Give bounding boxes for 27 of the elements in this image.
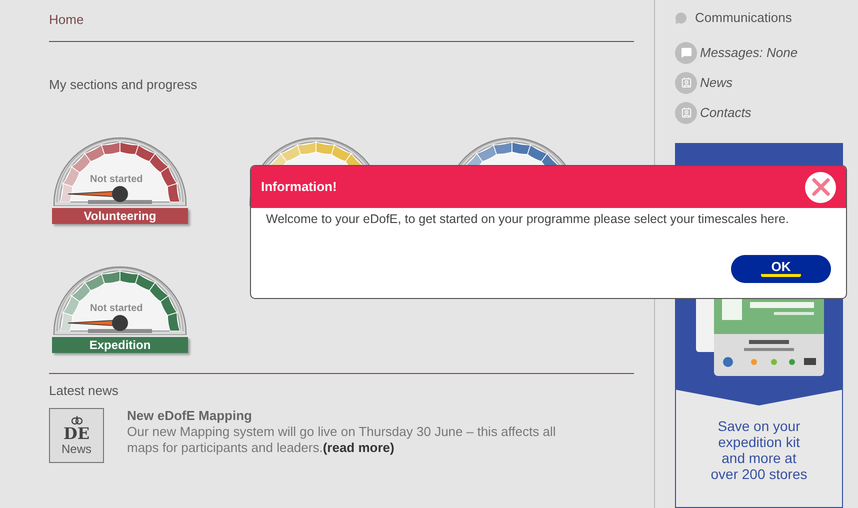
section-heading: Latest news — [49, 382, 120, 400]
dialog-title: Information! — [261, 178, 337, 196]
section-label: Expedition — [52, 336, 188, 352]
sidebar-link[interactable]: Messages: None — [700, 42, 798, 62]
message-icon — [675, 42, 697, 64]
sidebar-heading: Communications — [695, 9, 792, 27]
news-summary: Our new Mapping system will go live on Thursday 30 June – this affects all maps for participants and leaders.(read more) — [127, 424, 557, 456]
sidebar-link[interactable]: Contacts — [700, 102, 752, 122]
close-button[interactable] — [805, 172, 836, 202]
contact-book-icon — [675, 102, 697, 124]
read-more-link[interactable]: (read more) — [322, 440, 394, 455]
news-headline: New eDofE Mapping — [127, 408, 253, 424]
dialog-message: Welcome to your eDofE, to get started on your programme please select your timescales here. — [266, 211, 790, 228]
gauge-status: Not started — [90, 172, 143, 186]
page-title: Home — [49, 12, 84, 27]
chat-icon — [675, 12, 687, 24]
sidebar-link[interactable]: News — [700, 72, 733, 92]
crest-icon — [70, 416, 82, 426]
thumbnail-caption: News — [61, 442, 92, 456]
promo-text: Save on your expedition kit and more at over 200 stores — [710, 418, 808, 482]
contact-book-icon — [675, 72, 697, 94]
gauge-status: Not started — [90, 302, 143, 316]
section-label: Volunteering — [52, 208, 188, 224]
section-heading: My sections and progress — [49, 76, 198, 94]
logo-text: DE — [63, 426, 90, 442]
close-icon — [812, 178, 830, 196]
ok-button[interactable]: OK — [731, 254, 831, 283]
